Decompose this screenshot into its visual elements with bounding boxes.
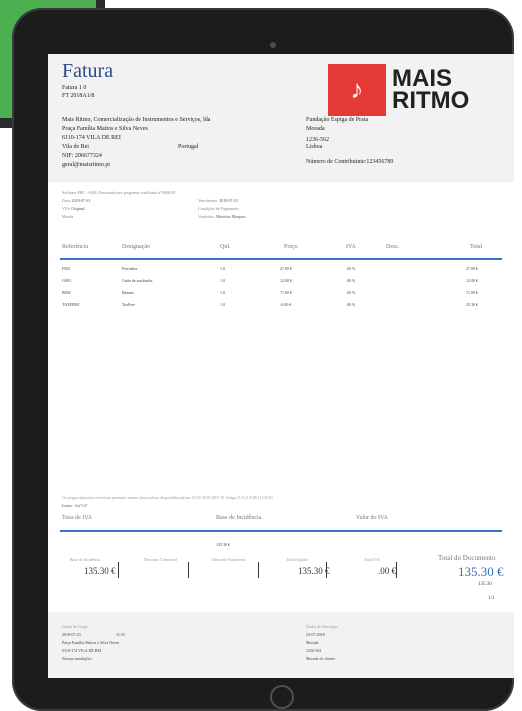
- tablet-frame: Fatura Fatura 1 0 FT 2018A1/8 ♪ MAIS RIT…: [12, 8, 514, 711]
- col-designation: Designação: [122, 244, 150, 250]
- seller-postal: 6110-174 VILA DE REI: [62, 135, 121, 141]
- load-note: Nossas instalações: [62, 656, 92, 661]
- load-date: 2018-07-23: [62, 632, 81, 637]
- date-row: Data: 2018-07-23: [62, 198, 91, 203]
- buyer-city: Lisboa: [306, 144, 323, 150]
- base-label: Base de Incidência: [70, 557, 101, 562]
- financial-discount-label: Desconto Financeiro: [212, 557, 246, 562]
- base-value: 135.30 €: [84, 566, 116, 576]
- due-row: Vencimento: 2018-07-23: [198, 198, 238, 203]
- seller-address: Praça Família Mattos e Silva Neves: [62, 126, 148, 132]
- seller-row: Vendedor: Albertino Marques: [198, 214, 246, 219]
- buyer-address-label: Morada: [306, 126, 325, 132]
- document-total-plain: 135.30: [478, 582, 492, 587]
- col-qty: Qtd.: [220, 244, 231, 250]
- buyer-taxpayer: Número de Contribuinte:123456789: [306, 159, 394, 165]
- base-divider: [118, 562, 119, 578]
- vat-total-divider: [396, 562, 397, 578]
- total-net-divider: [326, 562, 327, 578]
- unload-address-label: Morada: [306, 640, 319, 645]
- vat-total-value: .00 €: [378, 566, 396, 576]
- via-row: VIA: Original: [62, 206, 85, 211]
- unload-note: Morada do cliente: [306, 656, 336, 661]
- software-note: Software PHC - 6348, Processado por prog…: [62, 190, 176, 195]
- col-vat: IVA: [346, 244, 356, 250]
- load-time: 11:31: [116, 632, 125, 637]
- tax-base-value: 135.30 €: [216, 542, 230, 547]
- seller-name: Mais Ritmo, Comercialização de Instrumen…: [62, 117, 211, 123]
- buyer-postal: 1236-562: [306, 137, 329, 143]
- col-reference: Referência: [62, 244, 88, 250]
- load-address: Praça Família Mattos e Silva Neves: [62, 640, 120, 645]
- load-postal: 6110-174 VILA DE REI: [62, 648, 102, 653]
- exemption-note: Isento - Art°14°: [62, 503, 88, 508]
- currency-label: Moeda: [62, 214, 74, 219]
- invoice-screen: Fatura Fatura 1 0 FT 2018A1/8 ♪ MAIS RIT…: [48, 54, 514, 678]
- legal-note: Os artigos faturados estiveram presentes…: [62, 495, 273, 500]
- logo-word-2: RITMO: [392, 87, 470, 114]
- invoice-footer: Dados de Carga: 2018-07-23 11:31 Praça F…: [48, 612, 514, 678]
- financial-discount-divider: [258, 562, 259, 578]
- invoice-series: FT 2018A1/8: [62, 93, 95, 99]
- seller-email: geral@maisritmo.pt: [62, 162, 111, 168]
- invoice-header: Fatura Fatura 1 0 FT 2018A1/8 ♪ MAIS RIT…: [48, 54, 514, 182]
- tax-summary-rule: [60, 530, 502, 532]
- invoice-title: Fatura: [62, 60, 114, 82]
- home-button[interactable]: [270, 685, 294, 709]
- document-total-label: Total do Documento: [438, 554, 496, 562]
- brand-logo: ♪ MAIS RITMO: [328, 64, 476, 116]
- unload-postal: 1236-562: [306, 648, 322, 653]
- payment-terms: Condições de Pagamento:: [198, 206, 240, 211]
- vat-total-label: Total IVA: [364, 557, 380, 562]
- commercial-discount-label: Desconto Comercial: [144, 557, 177, 562]
- col-price: Preço: [284, 244, 298, 250]
- buyer-name: Fundação Espiga de Prata: [306, 117, 369, 123]
- col-total: Total: [470, 244, 483, 250]
- load-data-label: Dados de Carga:: [62, 624, 89, 629]
- seller-city: Vila de Rei: [62, 144, 89, 150]
- col-discount: Desc.: [386, 244, 400, 250]
- seller-nif: NIF: 206677324: [62, 153, 102, 159]
- camera-icon: [270, 42, 276, 48]
- tax-col-base: Base de Incidência: [216, 515, 262, 521]
- page-number: 1/1: [488, 596, 495, 601]
- tax-col-value: Valor do IVA: [356, 515, 388, 521]
- invoice-number-line: Fatura 1 0: [62, 85, 87, 91]
- seller-country: Portugal: [178, 144, 199, 150]
- unload-data-label: Dados de Descarga:: [306, 624, 338, 629]
- commercial-discount-divider: [188, 562, 189, 578]
- table-header-rule: [60, 258, 502, 260]
- tax-col-rate: Taxa de IVA: [62, 515, 93, 521]
- document-total-value: 135.30 €: [458, 564, 504, 579]
- music-note-icon: ♪: [328, 64, 386, 116]
- total-net-value: 135.30 €: [298, 566, 330, 576]
- unload-date: 23-07-2018: [306, 632, 325, 637]
- total-net-label: Total Ilíquido: [286, 557, 308, 562]
